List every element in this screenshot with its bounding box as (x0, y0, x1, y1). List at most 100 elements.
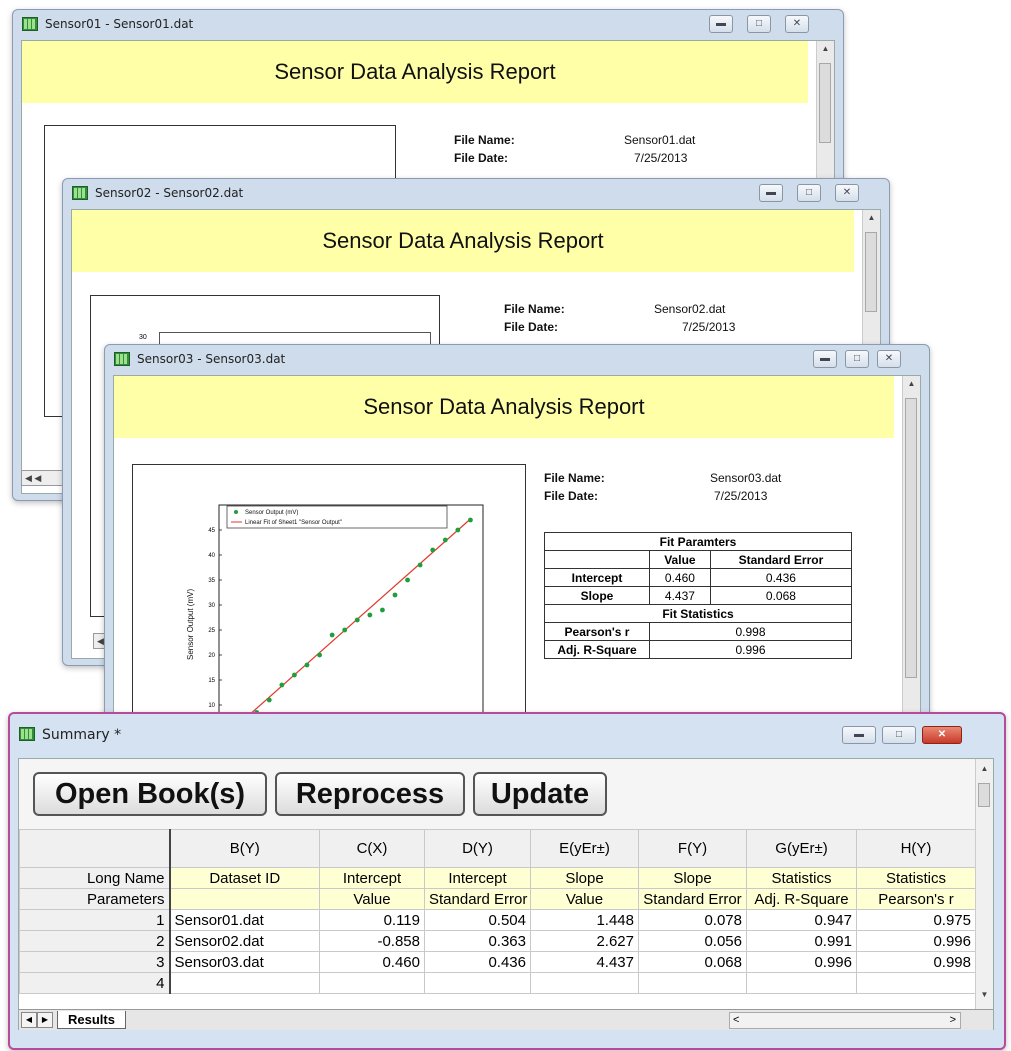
data-cell[interactable]: 0.460 (319, 951, 425, 973)
reprocess-button[interactable]: Reprocess (275, 772, 465, 816)
scroll-thumb[interactable] (978, 783, 990, 807)
data-cell[interactable]: 0.996 (746, 951, 857, 973)
scroll-up-icon[interactable]: ▲ (863, 210, 880, 226)
legend-line-label: Linear Fit of Sheet1 "Sensor Output" (245, 520, 342, 526)
data-cell[interactable]: 0.504 (424, 909, 531, 931)
scroll-thumb[interactable] (905, 398, 917, 678)
data-cell[interactable]: 0.996 (856, 930, 976, 952)
data-cell[interactable]: 2.627 (530, 930, 639, 952)
maximize-button[interactable]: □ (747, 15, 771, 33)
data-cell[interactable]: Sensor02.dat (168, 930, 320, 952)
sheet-tab-bar: ◀ ▶ Results < > (19, 1009, 993, 1030)
parameter-cell[interactable]: Standard Error (424, 888, 531, 910)
parameter-cell[interactable]: Value (319, 888, 425, 910)
corner-cell[interactable] (19, 829, 170, 868)
row-label-long-name[interactable]: Long Name (19, 867, 170, 889)
row-number[interactable]: 2 (19, 930, 170, 952)
long-name-cell[interactable]: Slope (638, 867, 747, 889)
parameter-cell[interactable]: Standard Error (638, 888, 747, 910)
maximize-button[interactable]: □ (882, 726, 916, 744)
scroll-up-icon[interactable]: ▲ (976, 761, 993, 777)
summary-sheet: Open Book(s) Reprocess Update B(Y) C(X) … (18, 758, 994, 1030)
data-cell[interactable]: -0.858 (319, 930, 425, 952)
tab-results[interactable]: Results (57, 1011, 126, 1029)
column-header[interactable]: F(Y) (638, 829, 747, 868)
column-header[interactable]: C(X) (319, 829, 425, 868)
parameter-cell[interactable]: Pearson's r (856, 888, 976, 910)
update-button[interactable]: Update (473, 772, 607, 816)
data-cell[interactable]: 0.078 (638, 909, 747, 931)
row-number[interactable]: 3 (19, 951, 170, 973)
data-cell[interactable]: 4.437 (530, 951, 639, 973)
data-cell[interactable]: 1.448 (530, 909, 639, 931)
data-cell[interactable]: 0.363 (424, 930, 531, 952)
data-cell[interactable] (319, 972, 425, 994)
data-cell[interactable]: 0.998 (856, 951, 976, 973)
column-header[interactable]: E(yEr±) (530, 829, 639, 868)
data-cell[interactable]: 0.991 (746, 930, 857, 952)
data-cell[interactable] (746, 972, 857, 994)
row-number[interactable]: 4 (19, 972, 170, 994)
parameter-cell[interactable]: Adj. R-Square (746, 888, 857, 910)
close-button[interactable]: ✕ (835, 184, 859, 202)
long-name-cell[interactable]: Intercept (319, 867, 425, 889)
maximize-button[interactable]: □ (797, 184, 821, 202)
data-point (342, 627, 348, 633)
data-cell[interactable] (856, 972, 976, 994)
title-bar[interactable]: Sensor01 - Sensor01.dat ▬ □ ✕ (13, 10, 843, 40)
scroll-down-icon[interactable]: ▼ (976, 987, 993, 1003)
data-cell[interactable]: 0.119 (319, 909, 425, 931)
fit-stats-header: Fit Statistics (544, 604, 852, 623)
row-label-parameters[interactable]: Parameters (19, 888, 170, 910)
data-cell[interactable]: 0.056 (638, 930, 747, 952)
data-cell[interactable]: Sensor03.dat (168, 951, 320, 973)
horizontal-scrollbar[interactable]: < > (729, 1012, 961, 1029)
parameter-cell[interactable]: Value (530, 888, 639, 910)
column-header[interactable]: D(Y) (424, 829, 531, 868)
vertical-scrollbar[interactable]: ▲ ▼ (975, 759, 993, 1009)
scroll-up-icon[interactable]: ▲ (817, 41, 834, 57)
y-axis-label: Sensor Output (mV) (186, 589, 195, 660)
long-name-cell[interactable]: Slope (530, 867, 639, 889)
minimize-button[interactable]: ▬ (813, 350, 837, 368)
close-button[interactable]: ✕ (785, 15, 809, 33)
vertical-scrollbar[interactable]: ▲ (902, 376, 920, 746)
minimize-button[interactable]: ▬ (759, 184, 783, 202)
column-header[interactable]: G(yEr±) (746, 829, 857, 868)
data-cell[interactable]: 0.436 (424, 951, 531, 973)
title-bar[interactable]: Sensor02 - Sensor02.dat ▬ □ ✕ (63, 179, 889, 209)
scroll-thumb[interactable] (865, 232, 877, 312)
tab-prev-icon[interactable]: ◀ (21, 1012, 37, 1028)
close-button[interactable]: ✕ (922, 726, 962, 744)
long-name-cell[interactable]: Statistics (746, 867, 857, 889)
window-summary[interactable]: Summary * ▬ □ ✕ Open Book(s) Reprocess U… (8, 712, 1006, 1050)
long-name-cell[interactable]: Dataset ID (168, 867, 320, 889)
col-se-header: Standard Error (709, 550, 853, 569)
column-header[interactable]: H(Y) (856, 829, 976, 868)
data-cell[interactable]: Sensor01.dat (168, 909, 320, 931)
data-cell[interactable] (530, 972, 639, 994)
title-bar[interactable]: Summary * ▬ □ ✕ (10, 714, 1004, 754)
maximize-button[interactable]: □ (845, 350, 869, 368)
column-header[interactable]: B(Y) (168, 829, 320, 868)
data-cell[interactable] (638, 972, 747, 994)
close-button[interactable]: ✕ (877, 350, 901, 368)
y-tick-label: 30 (208, 603, 215, 609)
data-cell[interactable]: 0.068 (638, 951, 747, 973)
long-name-cell[interactable]: Intercept (424, 867, 531, 889)
scroll-up-icon[interactable]: ▲ (903, 376, 920, 392)
title-bar[interactable]: Sensor03 - Sensor03.dat ▬ □ ✕ (105, 345, 929, 375)
row-number[interactable]: 1 (19, 909, 170, 931)
parameter-cell[interactable] (168, 888, 320, 910)
long-name-cell[interactable]: Statistics (856, 867, 976, 889)
minimize-button[interactable]: ▬ (842, 726, 876, 744)
tab-next-icon[interactable]: ▶ (37, 1012, 53, 1028)
open-books-button[interactable]: Open Book(s) (33, 772, 267, 816)
window-sensor03[interactable]: Sensor03 - Sensor03.dat ▬ □ ✕ Sensor Dat… (104, 344, 930, 756)
minimize-button[interactable]: ▬ (709, 15, 733, 33)
data-cell[interactable] (424, 972, 531, 994)
scroll-thumb[interactable] (819, 63, 831, 143)
data-cell[interactable]: 0.947 (746, 909, 857, 931)
data-cell[interactable]: 0.975 (856, 909, 976, 931)
data-cell[interactable] (168, 972, 320, 994)
